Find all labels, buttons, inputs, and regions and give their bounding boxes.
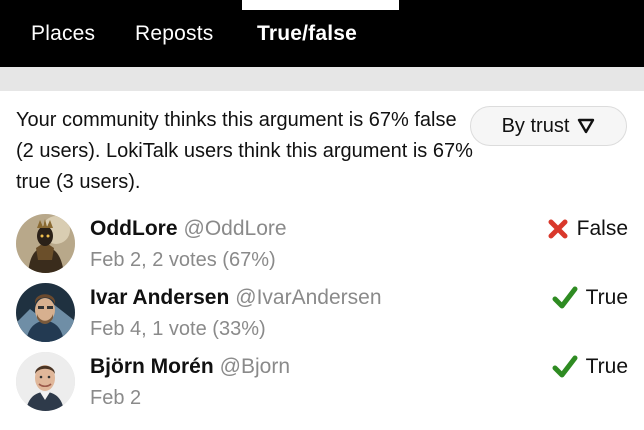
sort-label: By trust <box>501 114 570 137</box>
vote-row: Ivar Andersen @IvarAndersen Feb 4, 1 vote… <box>0 283 644 349</box>
user-handle[interactable]: @IvarAndersen <box>235 286 381 309</box>
cross-icon <box>547 218 569 240</box>
user-display-name[interactable]: Ivar Andersen <box>90 286 229 309</box>
user-handle[interactable]: @Bjorn <box>220 355 290 378</box>
vote-meta: Feb 4, 1 vote (33%) <box>90 318 266 340</box>
name-line: Björn Morén @Bjorn <box>90 352 290 382</box>
verdict-label: True <box>585 286 628 309</box>
verdict: True <box>552 283 628 313</box>
verdict-label: True <box>585 355 628 378</box>
name-line: Ivar Andersen @IvarAndersen <box>90 283 382 313</box>
section-divider <box>0 67 644 91</box>
user-display-name[interactable]: Björn Morén <box>90 355 214 378</box>
name-line: OddLore @OddLore <box>90 214 287 244</box>
user-display-name[interactable]: OddLore <box>90 217 178 240</box>
tab-places[interactable]: Places <box>31 0 95 67</box>
tab-true-false[interactable]: True/false <box>257 0 357 67</box>
check-icon <box>552 355 578 379</box>
tab-reposts[interactable]: Reposts <box>135 0 213 67</box>
verdict: False <box>547 214 628 244</box>
verdict-label: False <box>576 217 628 240</box>
avatar[interactable] <box>16 352 75 411</box>
vote-meta: Feb 2, 2 votes (67%) <box>90 249 276 271</box>
top-nav-bar: Places Reposts True/false <box>0 0 644 67</box>
vote-meta: Feb 2 <box>90 387 142 409</box>
vote-summary-text: Your community thinks this argument is 6… <box>16 109 473 193</box>
user-handle[interactable]: @OddLore <box>184 217 287 240</box>
check-icon <box>552 286 578 310</box>
avatar[interactable] <box>16 283 75 342</box>
avatar[interactable] <box>16 214 75 273</box>
verdict: True <box>552 352 628 382</box>
vote-row: Björn Morén @Bjorn Feb 2 True <box>0 352 644 418</box>
vote-row: OddLore @OddLore Feb 2, 2 votes (67%) Fal… <box>0 214 644 280</box>
sort-dropdown-button[interactable]: By trust <box>470 106 627 146</box>
funnel-icon <box>577 117 595 135</box>
